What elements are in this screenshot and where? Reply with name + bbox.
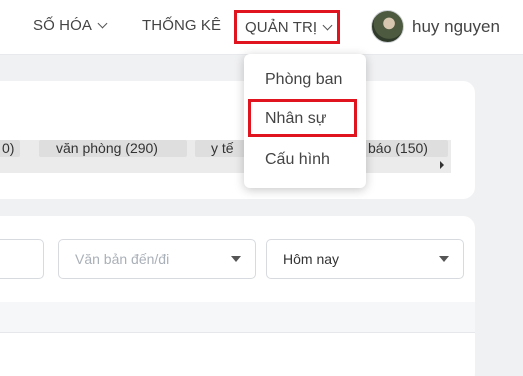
tag-item[interactable]: 0) [0,140,21,157]
nav-thong-ke[interactable]: THỐNG KÊ [142,17,221,34]
scroll-right-icon[interactable] [440,161,444,169]
menu-item-phong-ban[interactable]: Phòng ban [265,71,342,89]
user-name[interactable]: huy nguyen [412,17,500,37]
nav-thong-ke-label: THỐNG KÊ [142,17,222,34]
nav-so-hoa[interactable]: SỐ HÓA [33,17,108,34]
tag-item[interactable]: văn phòng (290) [39,140,187,157]
avatar[interactable] [371,10,404,43]
chevron-down-icon [97,18,108,29]
doc-type-placeholder: Văn bản đến/đi [75,251,170,267]
page-gutter [475,56,523,376]
search-input[interactable] [0,239,44,279]
nav-quan-tri[interactable]: QUẢN TRỊ [234,10,340,44]
caret-down-icon [439,256,449,262]
chevron-down-icon [322,20,333,30]
nav-quan-tri-label: QUẢN TRỊ [245,18,318,36]
menu-item-cau-hinh[interactable]: Cấu hình [265,151,330,169]
table-header-band [0,302,475,333]
tag-item[interactable]: báo (150) [356,140,448,157]
caret-down-icon [231,256,241,262]
date-range-select[interactable]: Hôm nay [266,239,464,279]
nav-so-hoa-label: SỐ HÓA [33,17,92,34]
menu-item-nhan-su[interactable]: Nhân sự [265,110,326,128]
date-range-value: Hôm nay [283,251,340,267]
tag-item[interactable]: y tế [195,140,250,157]
doc-type-select[interactable]: Văn bản đến/đi [58,239,256,279]
